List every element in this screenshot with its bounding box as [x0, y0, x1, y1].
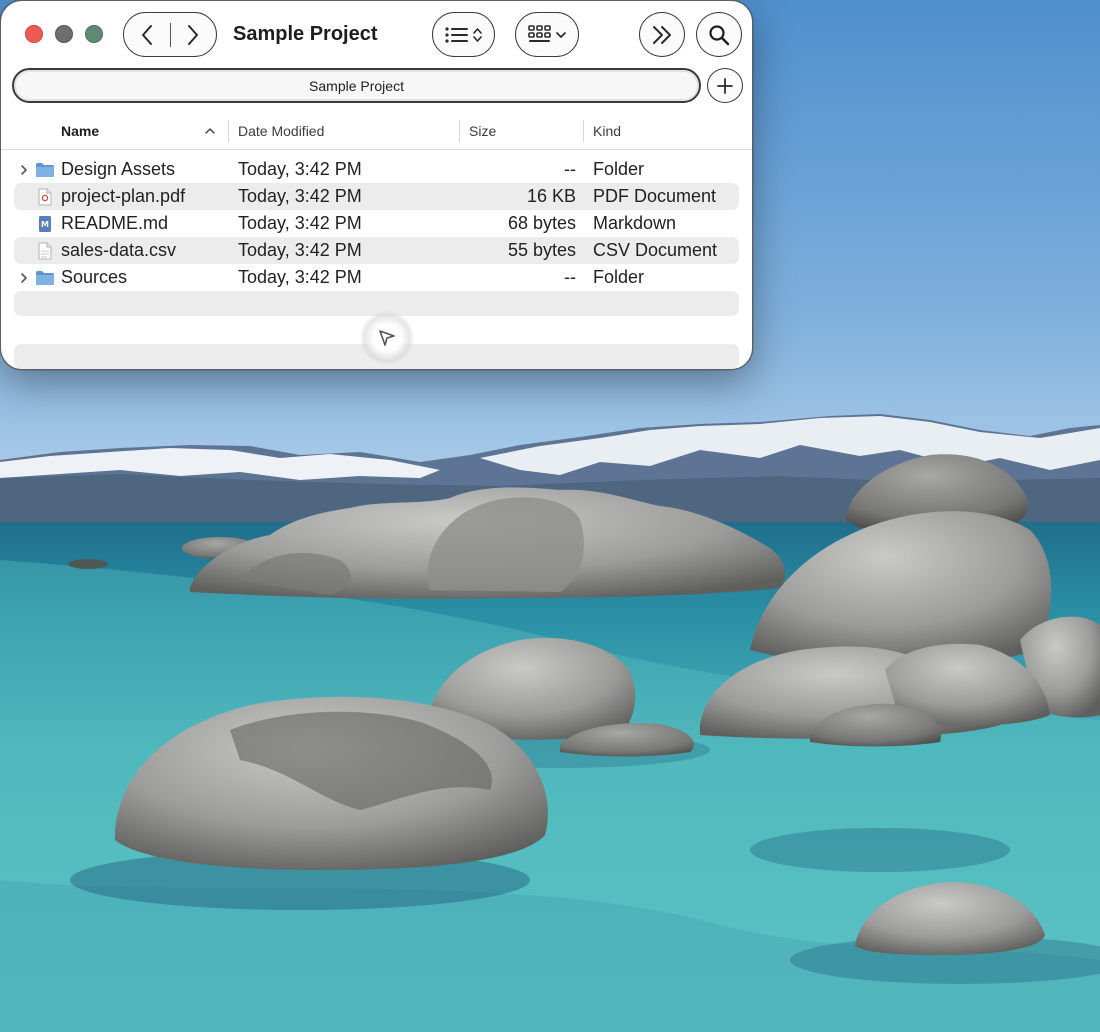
- list-item-design-assets[interactable]: Design Assets Today, 3:42 PM -- Folder: [1, 156, 752, 183]
- csv-file-icon: [35, 237, 55, 264]
- tab-sample-project[interactable]: Sample Project: [12, 68, 701, 103]
- close-window-button[interactable]: [25, 25, 43, 43]
- file-kind: CSV Document: [593, 240, 718, 260]
- up-down-chevron-icon: [473, 27, 482, 42]
- chevron-right-icon: [188, 24, 199, 45]
- file-kind: Folder: [593, 267, 645, 287]
- file-list: Design Assets Today, 3:42 PM -- Folder p…: [1, 156, 752, 291]
- finder-window: Sample Project Sample Project Name Date …: [0, 0, 753, 370]
- file-kind: PDF Document: [593, 186, 717, 206]
- pdf-file-icon: [35, 183, 55, 210]
- file-name: Sources: [61, 267, 128, 287]
- more-toolbar-items-button[interactable]: [639, 12, 685, 57]
- column-divider[interactable]: [228, 120, 229, 142]
- list-item-readme[interactable]: M README.md Today, 3:42 PM 68 bytes Mark…: [1, 210, 752, 237]
- svg-text:M: M: [41, 220, 49, 229]
- add-tab-button[interactable]: [707, 68, 743, 103]
- zoom-window-button[interactable]: [85, 25, 103, 43]
- list-item-project-plan[interactable]: project-plan.pdf Today, 3:42 PM 16 KB PD…: [1, 183, 752, 210]
- folder-icon: [35, 264, 55, 291]
- column-header-date-modified[interactable]: Date Modified: [238, 113, 324, 149]
- search-icon: [709, 24, 730, 45]
- file-name: README.md: [61, 213, 169, 233]
- forward-button[interactable]: [170, 13, 216, 56]
- file-size: 68 bytes: [507, 213, 576, 233]
- file-size: 55 bytes: [507, 240, 576, 260]
- file-name: Design Assets: [61, 159, 176, 179]
- window-title: Sample Project: [233, 23, 378, 45]
- column-divider[interactable]: [583, 120, 584, 142]
- file-name: sales-data.csv: [61, 240, 177, 260]
- column-header-kind[interactable]: Kind: [593, 113, 621, 149]
- column-header-row: Name Date Modified Size Kind: [1, 113, 752, 150]
- file-name: project-plan.pdf: [61, 186, 186, 206]
- search-button[interactable]: [696, 12, 742, 57]
- plus-icon: [717, 77, 733, 94]
- file-date: Today, 3:42 PM: [238, 159, 362, 179]
- file-size: 16 KB: [526, 186, 576, 206]
- file-kind: Folder: [593, 159, 645, 179]
- column-divider[interactable]: [459, 120, 460, 142]
- list-view-button[interactable]: [432, 12, 495, 57]
- chevron-down-icon: [556, 31, 566, 38]
- file-size: --: [564, 267, 576, 287]
- column-header-size[interactable]: Size: [469, 113, 496, 149]
- list-item-sources[interactable]: Sources Today, 3:42 PM -- Folder: [1, 264, 752, 291]
- sort-ascending-icon: [205, 113, 215, 149]
- file-date: Today, 3:42 PM: [238, 213, 362, 233]
- back-button[interactable]: [124, 13, 170, 56]
- folder-icon: [35, 156, 55, 183]
- back-forward-group: [123, 12, 217, 57]
- disclosure-triangle-icon[interactable]: [17, 264, 31, 291]
- mouse-pointer-icon: [360, 311, 414, 365]
- file-size: --: [564, 159, 576, 179]
- markdown-file-icon: M: [35, 210, 55, 237]
- minimize-window-button[interactable]: [55, 25, 73, 43]
- list-item-sales-data[interactable]: sales-data.csv Today, 3:42 PM 55 bytes C…: [1, 237, 752, 264]
- file-date: Today, 3:42 PM: [238, 186, 362, 206]
- file-date: Today, 3:42 PM: [238, 240, 362, 260]
- file-date: Today, 3:42 PM: [238, 267, 362, 287]
- file-kind: Markdown: [593, 213, 677, 233]
- double-chevron-right-icon: [653, 25, 671, 44]
- grid-icon: [528, 24, 551, 42]
- list-icon: [445, 26, 468, 43]
- chevron-left-icon: [141, 24, 152, 45]
- disclosure-triangle-icon[interactable]: [17, 156, 31, 183]
- column-header-name[interactable]: Name: [61, 113, 99, 149]
- grid-view-button[interactable]: [515, 12, 579, 57]
